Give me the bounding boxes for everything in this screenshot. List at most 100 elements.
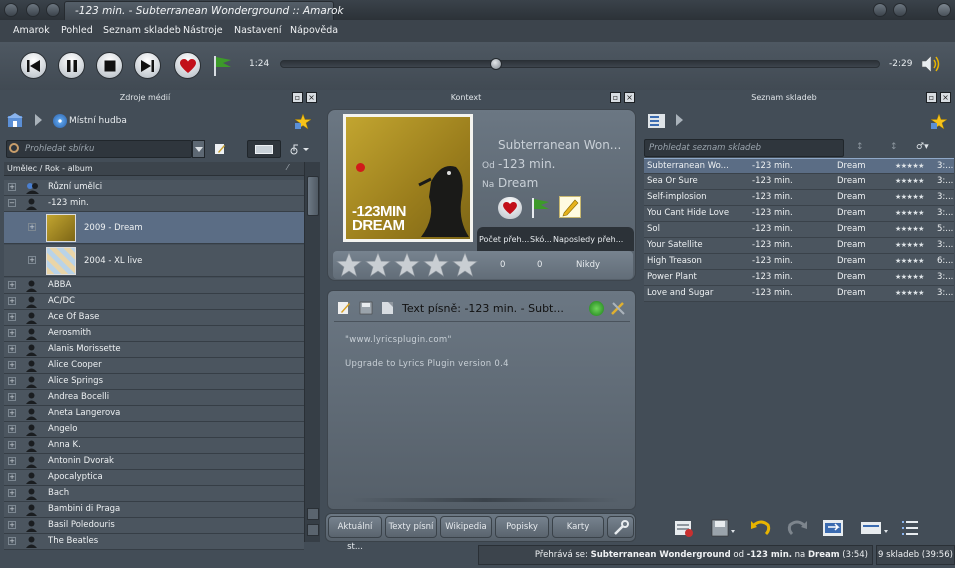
undo-icon[interactable] [750,517,772,537]
float-panel-icon[interactable]: ▫ [926,92,937,103]
expand-icon[interactable]: + [8,457,16,465]
expand-icon[interactable]: + [8,329,16,337]
app-menu-icon[interactable] [4,3,18,17]
maximize-icon[interactable] [893,3,907,17]
favorite-star-icon[interactable] [294,113,312,130]
edit-lyrics-icon[interactable] [337,301,351,315]
collection-artist-row[interactable]: + Různí umělci [4,180,304,196]
close-panel-icon[interactable]: × [940,92,951,103]
save-playlist-icon[interactable] [710,518,736,538]
collection-artist-row[interactable]: + Andrea Bocelli [4,390,304,406]
menu-playlist[interactable]: Seznam skladeb [103,25,181,36]
collection-artist-row[interactable]: + AC/DC [4,294,304,310]
sort-icon[interactable] [289,143,309,155]
settings-tools-icon[interactable] [610,300,626,316]
playlist-rating-cell[interactable]: ★★★★★ [895,159,935,174]
previous-button[interactable] [20,52,47,79]
collection-column-header[interactable]: Umělec / Rok - album [4,162,304,176]
collection-artist-row[interactable]: + Angelo [4,422,304,438]
expand-icon[interactable]: + [8,489,16,497]
collection-artist-row[interactable]: + The Beatles [4,534,304,550]
collection-artist-row[interactable]: − -123 min. [4,196,304,212]
collection-artist-row[interactable]: + Alice Springs [4,374,304,390]
playlist-options-icon[interactable] [900,518,920,538]
expand-icon[interactable]: + [8,377,16,385]
playlist-row[interactable]: Self-implosion -123 min. Dream ★★★★★ 3:... [644,190,954,206]
view-mode-button[interactable] [247,140,281,158]
collection-artist-row[interactable]: + Basil Poledouris [4,518,304,534]
expand-icon[interactable]: + [8,441,16,449]
collection-artist-row[interactable]: + ABBA [4,278,304,294]
collection-album-row[interactable]: +2004 - XL live [4,245,304,277]
playlist-rating-cell[interactable]: ★★★★★ [895,270,935,285]
playlist-rating-cell[interactable]: ★★★★★ [895,174,935,189]
playlist-search-input[interactable]: Prohledat seznam skladeb [644,139,844,157]
playlist-row[interactable]: Subterranean Wo... -123 min. Dream ★★★★★ 3:.… [644,158,954,174]
queue-manager-icon[interactable] [822,518,844,538]
collection-artist-row[interactable]: + Anna K. [4,438,304,454]
close-panel-icon[interactable]: × [306,92,317,103]
playlist-favorite-icon[interactable] [930,113,948,130]
next-button[interactable] [134,52,161,79]
collection-artist-row[interactable]: + Apocalyptica [4,470,304,486]
search-history-dropdown[interactable] [192,140,205,158]
expand-icon[interactable]: + [8,361,16,369]
reload-lyrics-icon[interactable] [589,301,604,316]
collection-artist-row[interactable]: + Aneta Langerova [4,406,304,422]
collapse-icon[interactable]: − [8,199,16,207]
playlist-row[interactable]: You Cant Hide Love -123 min. Dream ★★★★★ 3:.… [644,206,954,222]
expand-icon[interactable]: + [8,425,16,433]
tab-lyrics[interactable]: Texty písní [385,516,437,538]
menu-view[interactable]: Pohled [61,25,93,36]
playlist-rating-cell[interactable]: ★★★★★ [895,206,935,221]
collection-artist-row[interactable]: + Bach [4,486,304,502]
float-panel-icon[interactable]: ▫ [610,92,621,103]
expand-icon[interactable]: + [8,473,16,481]
playlist-row[interactable]: Power Plant -123 min. Dream ★★★★★ 3:... [644,270,954,286]
playlist-rating-cell[interactable]: ★★★★★ [895,286,935,301]
expand-icon[interactable]: + [28,256,36,264]
expand-icon[interactable]: + [8,297,16,305]
playlist-row[interactable]: Your Satellite -123 min. Dream ★★★★★ 3:... [644,238,954,254]
expand-icon[interactable]: + [8,281,16,289]
collection-artist-row[interactable]: + Bambini di Praga [4,502,304,518]
save-lyrics-icon[interactable] [359,301,373,315]
sticky-icon[interactable] [26,3,40,17]
tab-current-track[interactable]: Aktuální st... [328,516,382,552]
collection-artist-row[interactable]: + Ace Of Base [4,310,304,326]
collection-artist-row[interactable]: + Aerosmith [4,326,304,342]
tab-labels[interactable]: Popisky [495,516,549,538]
menu-help[interactable]: Nápověda [290,25,338,36]
expand-icon[interactable]: + [8,393,16,401]
track-artist[interactable]: -123 min. [498,157,556,171]
expand-icon[interactable]: + [8,521,16,529]
playlist-row[interactable]: Love and Sugar -123 min. Dream ★★★★★ 3:... [644,286,954,302]
context-config-button[interactable] [607,516,634,538]
home-icon[interactable] [7,113,23,128]
track-album[interactable]: Dream [498,176,538,190]
playlist-row[interactable]: Sol -123 min. Dream ★★★★★ 5:... [644,222,954,238]
collection-search-input[interactable]: Prohledat sbírku [6,140,192,158]
album-cover[interactable]: -123MIN DREAM [343,114,473,242]
love-button[interactable] [174,52,201,79]
expand-icon[interactable]: + [8,537,16,545]
expand-icon[interactable]: + [28,223,36,231]
playlist-rating-cell[interactable]: ★★★★★ [895,238,935,253]
expand-icon[interactable]: + [8,345,16,353]
playlist-rating-cell[interactable]: ★★★★★ [895,222,935,237]
search-previous-icon[interactable]: ↕ [856,142,864,152]
minimize-icon[interactable] [873,3,887,17]
expand-icon[interactable]: + [8,183,16,191]
menu-tools[interactable]: Nástroje [183,25,223,36]
volume-icon[interactable] [920,54,942,74]
expand-icon[interactable]: + [8,409,16,417]
collection-artist-row[interactable]: + Antonin Dvorak [4,454,304,470]
collection-artist-row[interactable]: + Alanis Morissette [4,342,304,358]
expand-icon[interactable]: + [8,313,16,321]
seek-bar[interactable] [280,60,880,68]
stop-button[interactable] [96,52,123,79]
playlist-rating-cell[interactable]: ★★★★★ [895,190,935,205]
collection-album-row[interactable]: +2009 - Dream [4,212,304,244]
keep-above-icon[interactable] [46,3,60,17]
expand-icon[interactable]: + [8,505,16,513]
